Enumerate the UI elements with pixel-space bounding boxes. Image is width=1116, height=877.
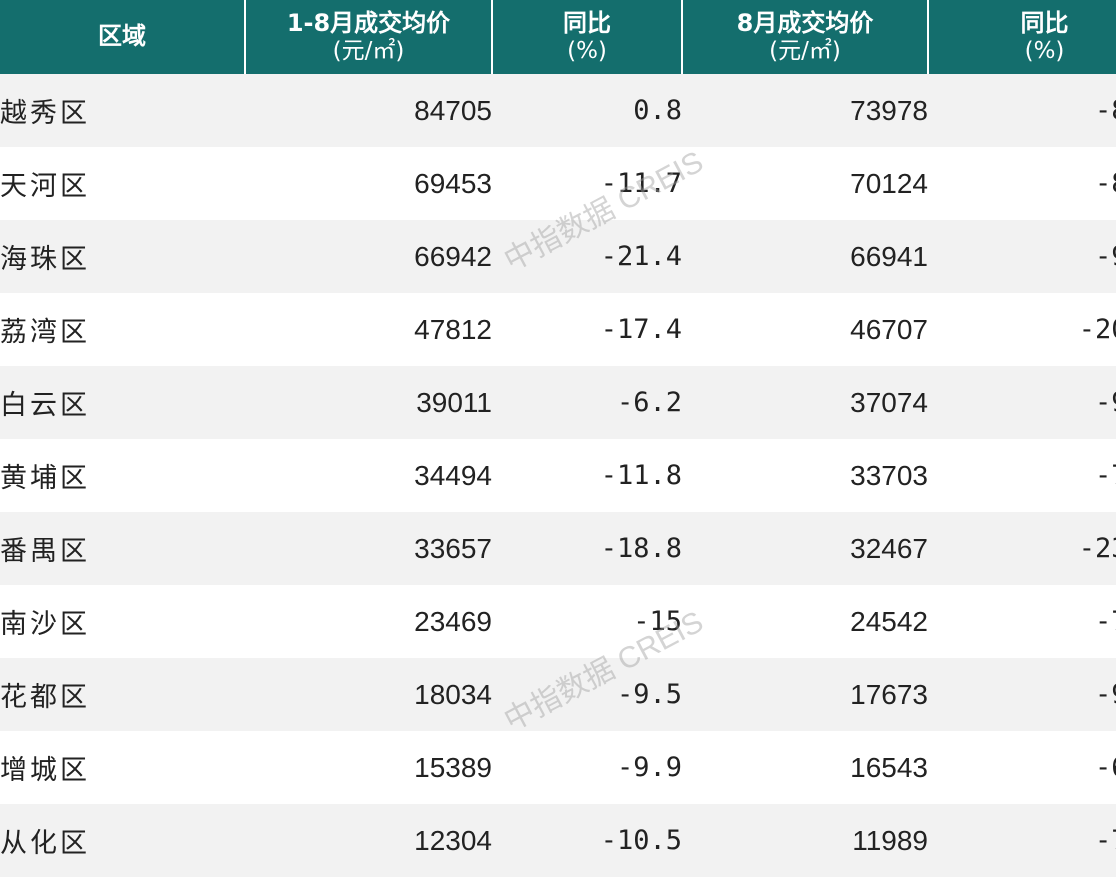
cell-yoy-aug: -7.6 — [928, 439, 1116, 512]
cell-avg-price-aug: 37074 — [682, 366, 928, 439]
header-yoy-jan-aug: 同比 (%) — [491, 0, 682, 74]
cell-yoy-jan-aug: -6.2 — [492, 366, 682, 439]
cell-yoy-aug: -9.5 — [928, 658, 1116, 731]
cell-region: 从化区 — [0, 804, 245, 877]
cell-yoy-jan-aug: 0.8 — [492, 74, 682, 147]
cell-avg-price-jan-aug: 12304 — [245, 804, 492, 877]
table-row: 增城区15389-9.916543-6.4 — [0, 731, 1116, 804]
cell-region: 南沙区 — [0, 585, 245, 658]
cell-avg-price-jan-aug: 18034 — [245, 658, 492, 731]
cell-avg-price-jan-aug: 47812 — [245, 293, 492, 366]
cell-yoy-aug: -9.3 — [928, 220, 1116, 293]
table-row: 南沙区23469-1524542-7.9 — [0, 585, 1116, 658]
cell-avg-price-jan-aug: 23469 — [245, 585, 492, 658]
cell-avg-price-jan-aug: 84705 — [245, 74, 492, 147]
header-row: 区域 1-8月成交均价 (元/㎡) 同比 (%) 8月成交均价 (元/㎡) 同比 (%) — [0, 0, 1116, 74]
cell-avg-price-aug: 11989 — [682, 804, 928, 877]
table-row: 荔湾区47812-17.446707-20.6 — [0, 293, 1116, 366]
header-yoy-aug-unit: (%) — [1024, 37, 1065, 64]
header-yoy-jan-aug-label: 同比 — [563, 8, 611, 37]
cell-yoy-jan-aug: -11.7 — [492, 147, 682, 220]
header-avg-price-jan-aug-label: 1-8月成交均价 — [286, 8, 451, 37]
cell-region: 白云区 — [0, 366, 245, 439]
table-body: 越秀区847050.873978-8.7天河区69453-11.770124-8… — [0, 74, 1116, 877]
cell-region: 荔湾区 — [0, 293, 245, 366]
cell-avg-price-aug: 66941 — [682, 220, 928, 293]
cell-yoy-jan-aug: -10.5 — [492, 804, 682, 877]
cell-region: 番禺区 — [0, 512, 245, 585]
cell-yoy-jan-aug: -11.8 — [492, 439, 682, 512]
header-avg-price-aug-label: 8月成交均价 — [736, 8, 874, 37]
table-row: 番禺区33657-18.832467-23.4 — [0, 512, 1116, 585]
cell-avg-price-jan-aug: 15389 — [245, 731, 492, 804]
cell-region: 花都区 — [0, 658, 245, 731]
cell-region: 越秀区 — [0, 74, 245, 147]
cell-region: 天河区 — [0, 147, 245, 220]
cell-avg-price-aug: 70124 — [682, 147, 928, 220]
header-yoy-aug: 同比 (%) — [927, 0, 1116, 74]
cell-yoy-aug: -8.7 — [928, 74, 1116, 147]
table-row: 花都区18034-9.517673-9.5 — [0, 658, 1116, 731]
cell-avg-price-jan-aug: 34494 — [245, 439, 492, 512]
cell-yoy-jan-aug: -9.5 — [492, 658, 682, 731]
table-row: 从化区12304-10.511989-7.8 — [0, 804, 1116, 877]
header-region-label: 区域 — [98, 22, 146, 51]
cell-yoy-aug: -9.4 — [928, 366, 1116, 439]
cell-yoy-jan-aug: -15 — [492, 585, 682, 658]
header-avg-price-jan-aug-unit: (元/㎡) — [332, 37, 405, 64]
cell-yoy-aug: -7.9 — [928, 585, 1116, 658]
table-header: 区域 1-8月成交均价 (元/㎡) 同比 (%) 8月成交均价 (元/㎡) 同比 (%) — [0, 0, 1116, 74]
table-row: 白云区39011-6.237074-9.4 — [0, 366, 1116, 439]
header-avg-price-aug: 8月成交均价 (元/㎡) — [681, 0, 928, 74]
table-row: 黄埔区34494-11.833703-7.6 — [0, 439, 1116, 512]
cell-avg-price-jan-aug: 39011 — [245, 366, 492, 439]
cell-avg-price-jan-aug: 69453 — [245, 147, 492, 220]
cell-yoy-aug: -23.4 — [928, 512, 1116, 585]
header-region: 区域 — [0, 0, 245, 74]
cell-yoy-aug: -20.6 — [928, 293, 1116, 366]
cell-yoy-aug: -7.8 — [928, 804, 1116, 877]
cell-avg-price-aug: 32467 — [682, 512, 928, 585]
header-yoy-jan-aug-unit: (%) — [567, 37, 607, 64]
cell-avg-price-jan-aug: 33657 — [245, 512, 492, 585]
cell-yoy-aug: -6.4 — [928, 731, 1116, 804]
table-row: 越秀区847050.873978-8.7 — [0, 74, 1116, 147]
cell-yoy-jan-aug: -17.4 — [492, 293, 682, 366]
cell-avg-price-aug: 33703 — [682, 439, 928, 512]
cell-avg-price-jan-aug: 66942 — [245, 220, 492, 293]
cell-region: 增城区 — [0, 731, 245, 804]
price-table: 区域 1-8月成交均价 (元/㎡) 同比 (%) 8月成交均价 (元/㎡) 同比 (%)… — [0, 0, 1116, 877]
cell-yoy-jan-aug: -21.4 — [492, 220, 682, 293]
cell-region: 海珠区 — [0, 220, 245, 293]
cell-region: 黄埔区 — [0, 439, 245, 512]
table-row: 天河区69453-11.770124-8.7 — [0, 147, 1116, 220]
header-avg-price-aug-unit: (元/㎡) — [769, 37, 841, 64]
cell-avg-price-aug: 17673 — [682, 658, 928, 731]
table-row: 海珠区66942-21.466941-9.3 — [0, 220, 1116, 293]
cell-avg-price-aug: 73978 — [682, 74, 928, 147]
cell-yoy-jan-aug: -18.8 — [492, 512, 682, 585]
header-yoy-aug-label: 同比 — [1020, 8, 1069, 37]
header-avg-price-jan-aug: 1-8月成交均价 (元/㎡) — [244, 0, 492, 74]
cell-avg-price-aug: 16543 — [682, 731, 928, 804]
cell-yoy-jan-aug: -9.9 — [492, 731, 682, 804]
cell-yoy-aug: -8.7 — [928, 147, 1116, 220]
cell-avg-price-aug: 24542 — [682, 585, 928, 658]
cell-avg-price-aug: 46707 — [682, 293, 928, 366]
